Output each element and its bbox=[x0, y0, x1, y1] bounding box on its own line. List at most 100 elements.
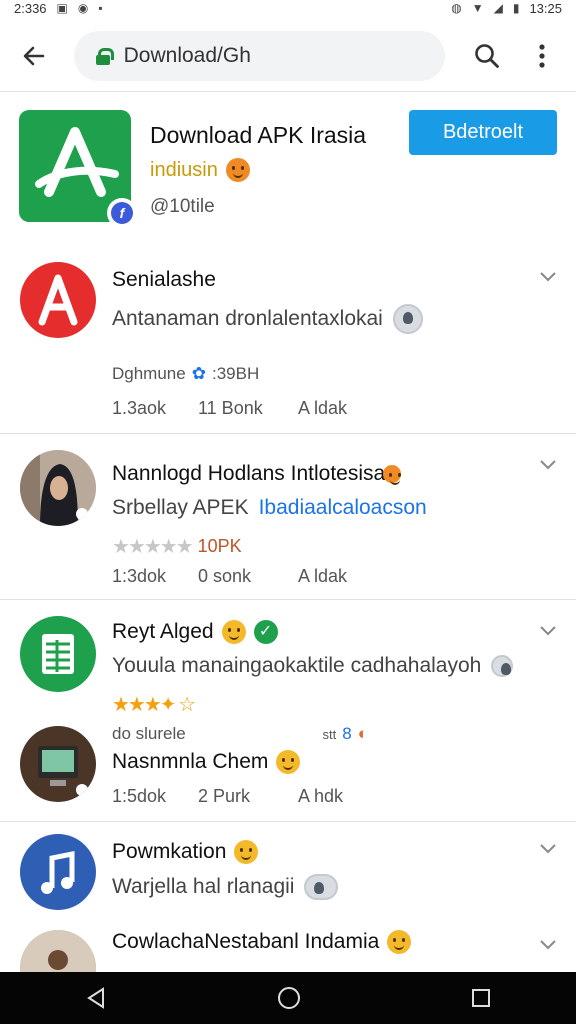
person-photo bbox=[20, 930, 96, 972]
item-stats: 1.3aok 11 Bonk A ldak bbox=[112, 398, 347, 419]
item-tags: do slurele stt 8 ◐ bbox=[112, 724, 368, 744]
flame-icon: ◐ bbox=[357, 724, 368, 743]
rating-stars-icon: ★★★✦ ☆ bbox=[112, 694, 196, 716]
app-developer: indiusin bbox=[150, 158, 250, 182]
sync-icon: ◉ bbox=[77, 1, 89, 15]
item-stats: 1:5dok 2 Purk A hdk bbox=[112, 786, 343, 807]
tag-label: Dghmune bbox=[112, 364, 186, 383]
signal-icon: ◢ bbox=[493, 1, 503, 15]
stat-rating: A ldak bbox=[298, 398, 348, 418]
stat-rating: A hdk bbox=[298, 786, 344, 806]
emoji-icon bbox=[234, 840, 259, 864]
emoji-icon bbox=[225, 158, 250, 182]
stat-downloads: 1:3dok bbox=[112, 566, 167, 586]
item-description: Youula manaingaokaktile cadhahalayoh bbox=[112, 654, 514, 678]
list-item[interactable]: CowlachaNestabanl Indamia bbox=[0, 922, 576, 972]
item-description-text: Antanaman dronlalentaxlokai bbox=[112, 307, 383, 330]
heart-icon bbox=[383, 465, 402, 485]
status-bar: 2:336 ▣ ◉ ▪ ◍ ▼ ◢ ▮ 13:25 bbox=[0, 0, 576, 16]
back-button[interactable] bbox=[14, 36, 54, 76]
user-avatar-icon bbox=[491, 655, 514, 677]
nav-recents-icon[interactable] bbox=[470, 987, 492, 1009]
item-description: Srbellay APEK Ibadiaalcaloacson bbox=[112, 496, 427, 520]
chevron-down-icon[interactable] bbox=[538, 934, 558, 954]
tag-value: stt bbox=[322, 726, 337, 742]
app-logo: f bbox=[19, 110, 137, 228]
item-title: Powmkation bbox=[112, 840, 259, 864]
item-tags: Dghmune ✿ :39BH bbox=[112, 364, 259, 384]
device-photo-icon bbox=[20, 726, 96, 802]
tag-label: do slurele bbox=[112, 724, 186, 743]
app-meta: @10tile bbox=[150, 196, 215, 217]
emoji-icon bbox=[221, 620, 246, 644]
nav-back-icon[interactable] bbox=[84, 986, 108, 1010]
stat-downloads: 1.3aok bbox=[112, 398, 167, 418]
chevron-down-icon[interactable] bbox=[538, 454, 558, 474]
list-item[interactable]: Reyt Alged ✓ Youula manaingaokaktile cad… bbox=[0, 600, 576, 822]
developer-name: indiusin bbox=[150, 158, 218, 181]
stat-size: 11 Bonk bbox=[198, 398, 263, 418]
user-avatar-icon bbox=[392, 304, 423, 334]
item-rating: ★★★★★ 10PK bbox=[112, 534, 242, 559]
list-item[interactable]: Senialashe Antanaman dronlalentaxlokai D… bbox=[0, 236, 576, 434]
emoji-icon bbox=[276, 750, 301, 774]
status-time-left: 2:336 bbox=[14, 0, 47, 16]
list-item[interactable]: Powmkation Warjella hal rlanagii bbox=[0, 822, 576, 922]
stat-size: 0 sonk bbox=[198, 566, 252, 586]
item-subtitle: Nasnmnla Chem bbox=[112, 750, 301, 774]
stat-downloads: 1:5dok bbox=[112, 786, 167, 806]
tag-value: :39BH bbox=[211, 364, 260, 383]
item-rating: ★★★✦ ☆ bbox=[112, 692, 196, 717]
item-description-text: Srbellay APEK bbox=[112, 496, 249, 519]
item-subtitle-text: Nasnmnla Chem bbox=[112, 750, 269, 773]
rating-text: 10PK bbox=[197, 536, 242, 556]
item-description: Antanaman dronlalentaxlokai bbox=[112, 304, 423, 334]
chevron-down-icon[interactable] bbox=[538, 838, 558, 858]
item-title-text: Reyt Alged bbox=[112, 620, 214, 643]
search-icon bbox=[474, 43, 499, 68]
featured-app-card[interactable]: f Download APK Irasia indiusin @10tile B… bbox=[0, 96, 576, 236]
lock-icon bbox=[95, 47, 114, 65]
nav-home-icon[interactable] bbox=[276, 985, 302, 1011]
wifi-icon: ▼ bbox=[471, 1, 484, 15]
chevron-down-icon[interactable] bbox=[538, 266, 558, 286]
system-navigation-bar bbox=[0, 972, 576, 1024]
item-stats: 1:3dok 0 sonk A ldak bbox=[112, 566, 347, 587]
item-title: Senialashe bbox=[112, 268, 216, 291]
battery-icon: ▮ bbox=[512, 1, 520, 15]
verified-check-icon: ✓ bbox=[253, 620, 278, 644]
status-time-right: 13:25 bbox=[529, 0, 562, 16]
rating-stars-icon: ★★★★★ bbox=[112, 536, 194, 558]
browser-toolbar: Download/Gh bbox=[0, 20, 576, 92]
item-description-text: Youula manaingaokaktile cadhahalayoh bbox=[112, 654, 482, 677]
download-button[interactable]: Bdetroelt bbox=[409, 110, 557, 155]
user-avatar-icon bbox=[304, 874, 339, 900]
item-title: Nannlogd Hodlans Intlotesisa bbox=[112, 462, 402, 486]
stat-size: 2 Purk bbox=[198, 786, 251, 806]
more-vert-icon bbox=[539, 43, 545, 68]
item-title: CowlachaNestabanl Indamia bbox=[112, 930, 412, 954]
arrow-left-icon bbox=[23, 46, 45, 65]
item-title: Reyt Alged ✓ bbox=[112, 620, 278, 644]
app-notification-icon: ▪ bbox=[98, 1, 103, 15]
facebook-badge-icon: f bbox=[107, 198, 137, 228]
search-button[interactable] bbox=[467, 36, 507, 76]
list-item[interactable]: Nannlogd Hodlans Intlotesisa Srbellay AP… bbox=[0, 434, 576, 600]
item-description: Warjella hal rlanagii bbox=[112, 874, 339, 900]
overflow-menu-button[interactable] bbox=[522, 36, 562, 76]
item-title-text: Nannlogd Hodlans Intlotesisa bbox=[112, 462, 386, 485]
notification-icon: ▣ bbox=[56, 1, 68, 15]
gear-blue-icon: ✿ bbox=[191, 364, 206, 383]
location-icon: ◍ bbox=[451, 1, 462, 15]
address-bar[interactable]: Download/Gh bbox=[73, 30, 445, 81]
item-title-text: CowlachaNestabanl Indamia bbox=[112, 930, 380, 953]
music-note-icon bbox=[20, 834, 96, 910]
app-title: Download APK Irasia bbox=[150, 122, 367, 148]
item-description-link[interactable]: Ibadiaalcaloacson bbox=[259, 496, 427, 520]
stat-rating: A ldak bbox=[298, 566, 348, 586]
chevron-down-icon[interactable] bbox=[538, 620, 558, 640]
item-title-text: Powmkation bbox=[112, 840, 227, 863]
spreadsheet-icon bbox=[20, 616, 96, 692]
badge-icon: 8 bbox=[342, 724, 352, 743]
person-photo bbox=[20, 450, 96, 526]
